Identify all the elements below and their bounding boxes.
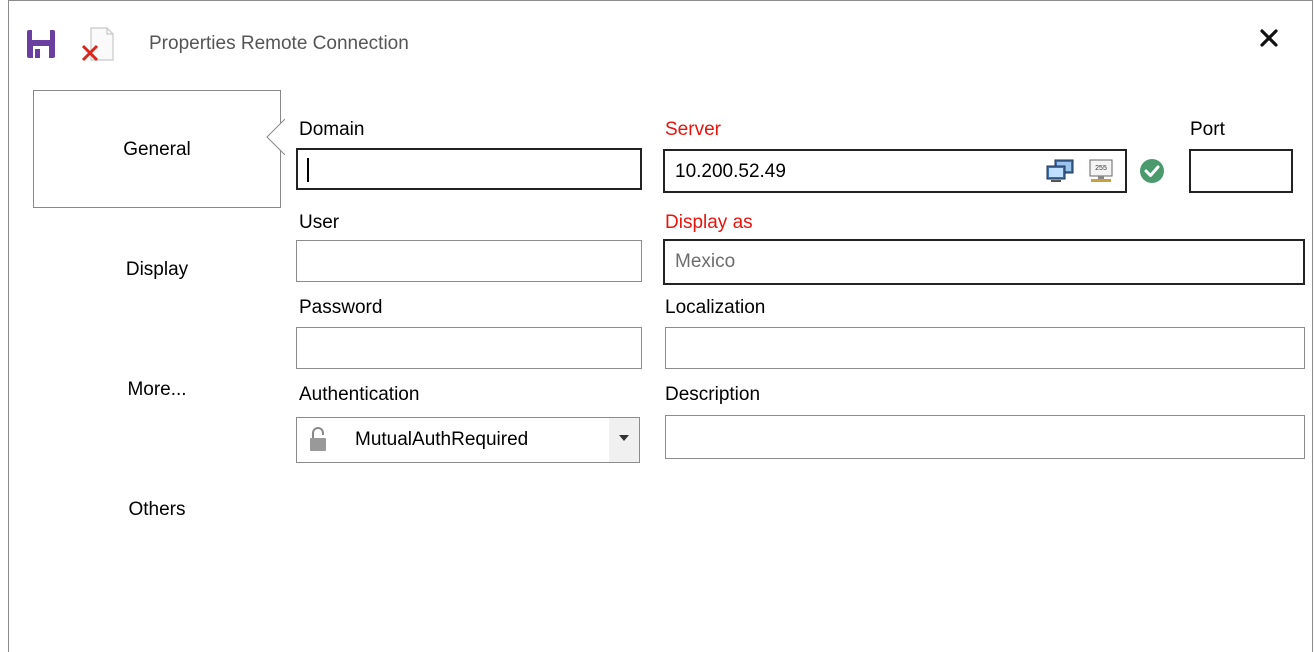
user-label: User	[299, 212, 340, 233]
description-field[interactable]	[665, 415, 1305, 459]
dropdown-button[interactable]	[609, 418, 639, 462]
nav-item-label: More...	[127, 379, 187, 400]
domain-field[interactable]	[296, 148, 642, 190]
domain-label: Domain	[299, 119, 365, 140]
valid-check-icon	[1140, 159, 1164, 183]
nav-item-label: Display	[125, 259, 189, 280]
nav-item-more[interactable]: More...	[33, 331, 281, 449]
display-as-field[interactable]: Mexico	[663, 239, 1305, 285]
properties-window: Properties Remote Connection General Dis…	[8, 0, 1313, 652]
server-field[interactable]: 10.200.52.49 255	[663, 149, 1127, 193]
description-label: Description	[665, 384, 761, 405]
authentication-label: Authentication	[299, 384, 420, 405]
network-computers-icon[interactable]	[1045, 158, 1077, 184]
authentication-select[interactable]: MutualAuthRequired	[296, 417, 640, 463]
password-label: Password	[299, 297, 383, 318]
port-label: Port	[1190, 119, 1225, 140]
selected-indicator-arrow	[266, 119, 285, 155]
nav-item-others[interactable]: Others	[33, 451, 281, 569]
lock-icon	[310, 427, 326, 451]
port-field[interactable]	[1189, 149, 1293, 193]
server-label: Server	[665, 119, 721, 140]
floppy-disk-icon[interactable]	[25, 28, 57, 60]
user-field[interactable]	[296, 240, 642, 282]
nav-item-label: Others	[128, 499, 186, 520]
password-field[interactable]	[296, 327, 642, 369]
text-caret	[307, 158, 309, 182]
title-bar: Properties Remote Connection	[9, 1, 1312, 85]
nav-item-general[interactable]: General	[33, 90, 281, 208]
chevron-down-icon	[619, 435, 629, 441]
delete-document-icon[interactable]	[79, 24, 119, 64]
nav-item-display[interactable]: Display	[33, 211, 281, 329]
close-icon[interactable]	[1256, 25, 1282, 51]
svg-text:255: 255	[1095, 165, 1107, 172]
terminal-screen-icon[interactable]: 255	[1087, 158, 1115, 184]
nav-item-label: General	[123, 139, 191, 160]
localization-label: Localization	[665, 297, 766, 318]
server-value: 10.200.52.49	[675, 161, 786, 182]
authentication-value: MutualAuthRequired	[355, 429, 529, 450]
display-as-placeholder: Mexico	[675, 251, 736, 272]
localization-field[interactable]	[665, 327, 1305, 369]
display-as-label: Display as	[665, 212, 753, 233]
window-title: Properties Remote Connection	[149, 33, 409, 54]
